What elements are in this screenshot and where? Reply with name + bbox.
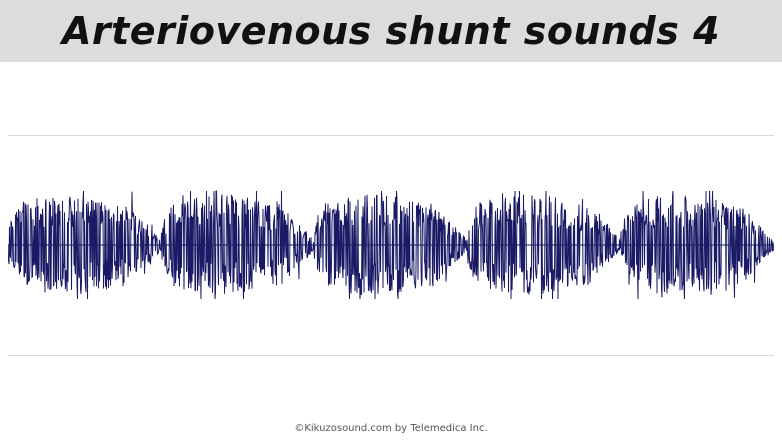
page-title: Arteriovenous shunt sounds 4 bbox=[61, 9, 721, 53]
top-divider bbox=[8, 135, 774, 136]
audio-waveform bbox=[8, 190, 774, 300]
copyright-notice: ©Kikuzosound.com by Telemedica Inc. bbox=[294, 423, 488, 434]
title-bar: Arteriovenous shunt sounds 4 bbox=[0, 0, 782, 62]
bottom-divider bbox=[8, 355, 774, 356]
